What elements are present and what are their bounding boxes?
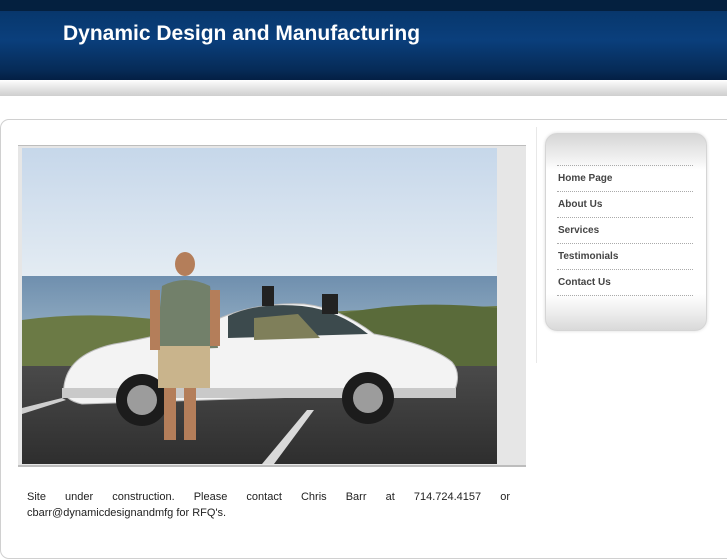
nav-link-about[interactable]: About Us [557, 199, 602, 210]
site-title: Dynamic Design and Manufacturing [63, 22, 421, 45]
nav-link-contact[interactable]: Contact Us [557, 277, 611, 288]
nav-item-home[interactable]: Home Page [557, 166, 693, 192]
nav-link-testimonials[interactable]: Testimonials [557, 251, 618, 262]
nav-item-contact[interactable]: Contact Us [557, 270, 693, 296]
nav-item-testimonials[interactable]: Testimonials [557, 244, 693, 270]
nav-link-services[interactable]: Services [557, 225, 599, 236]
nav-menu: Home Page About Us Services Testimonials… [557, 165, 693, 296]
nav-link-home[interactable]: Home Page [557, 173, 612, 184]
construction-notice: Site under construction. Please contact … [27, 491, 510, 519]
hero-photo [22, 148, 497, 464]
site-header: Dynamic Design and Manufacturing [0, 0, 727, 80]
nav-item-services[interactable]: Services [557, 218, 693, 244]
nav-item-about[interactable]: About Us [557, 192, 693, 218]
header-top-strip [0, 0, 727, 11]
header-divider-bar [0, 80, 727, 96]
